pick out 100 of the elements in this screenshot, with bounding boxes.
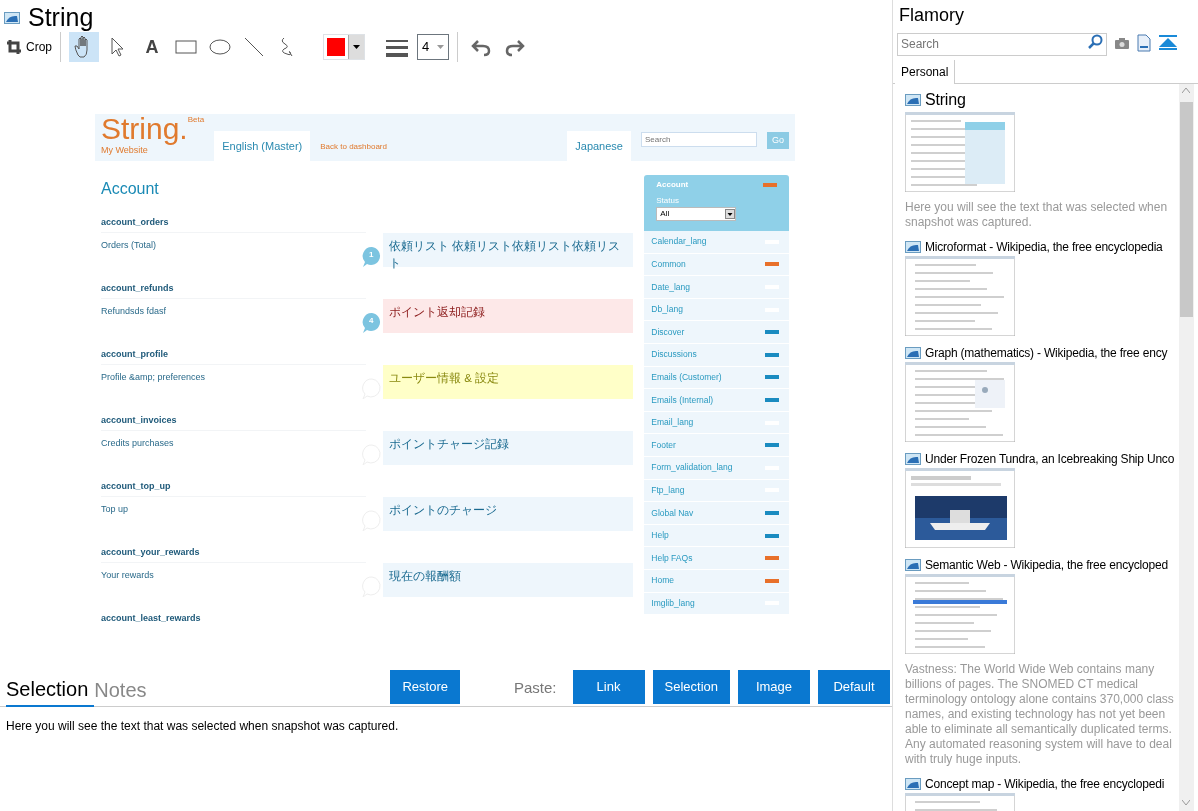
tab[interactable]: Notes — [94, 670, 153, 707]
category-item[interactable]: Emails (Internal) — [644, 389, 789, 412]
collapse-icon[interactable] — [1159, 34, 1177, 51]
document-icon[interactable] — [1137, 33, 1151, 52]
line-width-dropdown[interactable]: 4 — [417, 34, 450, 60]
string-key: account_orders — [101, 211, 366, 233]
panel-title: Account — [656, 179, 689, 191]
line-width-icon — [385, 37, 409, 58]
translation-field[interactable]: 依頼リスト 依頼リスト依頼リスト依頼リスト — [383, 233, 633, 267]
entry-title[interactable]: Graph (mathematics) - Wikipedia, the free ency — [925, 344, 1168, 362]
language-tab[interactable]: Japanese — [567, 130, 631, 161]
window-title: String — [28, 4, 94, 30]
entry-title[interactable]: Microformat - Wikipedia, the free encyclopedia — [925, 238, 1163, 256]
page-icon — [905, 777, 921, 791]
section-title: Account — [101, 179, 160, 199]
scroll-thumb[interactable] — [1180, 102, 1193, 317]
page-icon — [905, 558, 921, 572]
string-key: account_invoices — [101, 409, 366, 431]
category-item[interactable]: Db_lang — [644, 298, 789, 322]
translation-field[interactable]: 現在の報酬額 — [383, 563, 633, 597]
caret-icon — [725, 209, 736, 219]
search-icon — [1087, 34, 1103, 50]
category-item[interactable]: Discover — [644, 321, 789, 344]
string-label: Your rewards — [101, 570, 154, 580]
translation-field[interactable]: ユーザー情報 & 設定 — [383, 365, 633, 399]
entry-description: Here you will see the text that was selected when snapshot was captured. — [905, 199, 1169, 230]
translation-field[interactable]: ポイントのチャージ — [383, 497, 633, 531]
paste-button[interactable]: Default — [818, 669, 890, 704]
camera-icon[interactable] — [1115, 36, 1129, 49]
entry-description: Vastness: The World Wide Web contains many billions of pages. The SNOMED CT medical terminology ontology alone contains 370,000 class names, and existing technology has not yet been able to eliminate all semantically duplicated terms. Any automated reasoning system will have to deal with truly huge inputs. — [905, 661, 1175, 767]
category-item[interactable]: Email_lang — [644, 411, 789, 435]
paste-label: Paste: — [514, 678, 557, 699]
category-item[interactable]: Ftp_lang — [644, 479, 789, 503]
page-icon — [905, 346, 921, 360]
category-item[interactable]: Imglib_lang — [644, 592, 789, 616]
string-label: Credits purchases — [101, 438, 174, 448]
tool-button[interactable] — [69, 32, 99, 62]
restore-button[interactable]: Restore — [390, 669, 460, 704]
string-key: account_least_rewards — [101, 607, 366, 624]
crop-button[interactable]: Crop — [6, 32, 52, 62]
selection-text: Here you will see the text that was selected when snapshot was captured. — [5, 718, 400, 735]
beta-label: Beta — [187, 114, 205, 124]
category-item[interactable]: Emails (Customer) — [644, 366, 789, 390]
color-swatch — [327, 38, 345, 56]
string-label: Refundsds fdasf — [101, 306, 167, 316]
undo-icon — [470, 37, 493, 57]
entry-title[interactable]: Under Frozen Tundra, an Icebreaking Ship Unco — [925, 450, 1175, 468]
string-key: account_your_rewards — [101, 541, 366, 563]
entry-title[interactable]: String — [925, 88, 966, 112]
comment-bubble-icon — [361, 311, 383, 333]
search-field[interactable]: Search — [641, 132, 757, 147]
category-item[interactable]: Discussions — [644, 343, 789, 367]
category-item[interactable]: Footer — [644, 434, 789, 457]
page-icon — [905, 452, 921, 466]
comment-bubble-icon — [361, 245, 383, 267]
language-tab[interactable]: English (Master) — [214, 130, 311, 161]
status-label: Status — [656, 195, 680, 207]
paste-button[interactable]: Link — [572, 669, 645, 704]
string-key: account_profile — [101, 343, 366, 365]
back-link[interactable]: Back to dashboard — [320, 141, 387, 161]
string-key: account_refunds — [101, 277, 366, 299]
caret-icon — [353, 45, 360, 49]
redo-icon — [504, 37, 527, 57]
entry-title[interactable]: Concept map - Wikipedia, the free encyclopedi — [925, 775, 1165, 793]
scrollbar[interactable] — [1179, 84, 1194, 811]
category-item[interactable]: Common — [644, 253, 789, 277]
comment-bubble-icon — [361, 377, 383, 399]
category-item[interactable]: Help — [644, 524, 789, 548]
crop-icon — [6, 39, 22, 55]
text-tool-button[interactable]: A — [137, 32, 167, 62]
status-dropdown[interactable]: All — [656, 207, 737, 221]
status-dash — [763, 183, 777, 187]
string-label: Top up — [101, 504, 129, 514]
line-width-value: 4 — [422, 38, 430, 57]
site-name: My Website — [101, 144, 148, 157]
color-picker[interactable] — [323, 34, 365, 60]
category-item[interactable]: Form_validation_lang — [644, 456, 789, 480]
paste-button[interactable]: Image — [738, 669, 810, 704]
caret-icon — [437, 45, 445, 49]
entry-title[interactable]: Semantic Web - Wikipedia, the free encycloped — [925, 556, 1168, 574]
page-icon — [905, 240, 921, 254]
scroll-up-icon — [1182, 88, 1190, 93]
panel-title: Flamory — [898, 4, 965, 27]
string-key: account_top_up — [101, 475, 366, 497]
tab[interactable]: Personal — [895, 60, 956, 84]
translation-field[interactable]: ポイントチャージ記録 — [383, 431, 633, 465]
category-item[interactable]: Global Nav — [644, 502, 789, 525]
app-icon — [4, 10, 20, 25]
search-field[interactable]: Search — [897, 32, 1107, 56]
category-item[interactable]: Date_lang — [644, 276, 789, 299]
category-item[interactable]: Help FAQs — [644, 547, 789, 570]
category-item[interactable]: Calendar_lang — [644, 231, 789, 254]
comment-count: 4 — [369, 315, 374, 327]
paste-button[interactable]: Selection — [652, 669, 730, 704]
category-item[interactable]: Home — [644, 569, 789, 593]
scroll-down-icon — [1182, 800, 1190, 805]
tab[interactable]: Selection — [6, 670, 95, 707]
comment-count: 1 — [369, 249, 374, 261]
string-label: Orders (Total) — [101, 240, 156, 250]
translation-field[interactable]: ポイント返却記録 — [383, 299, 633, 333]
